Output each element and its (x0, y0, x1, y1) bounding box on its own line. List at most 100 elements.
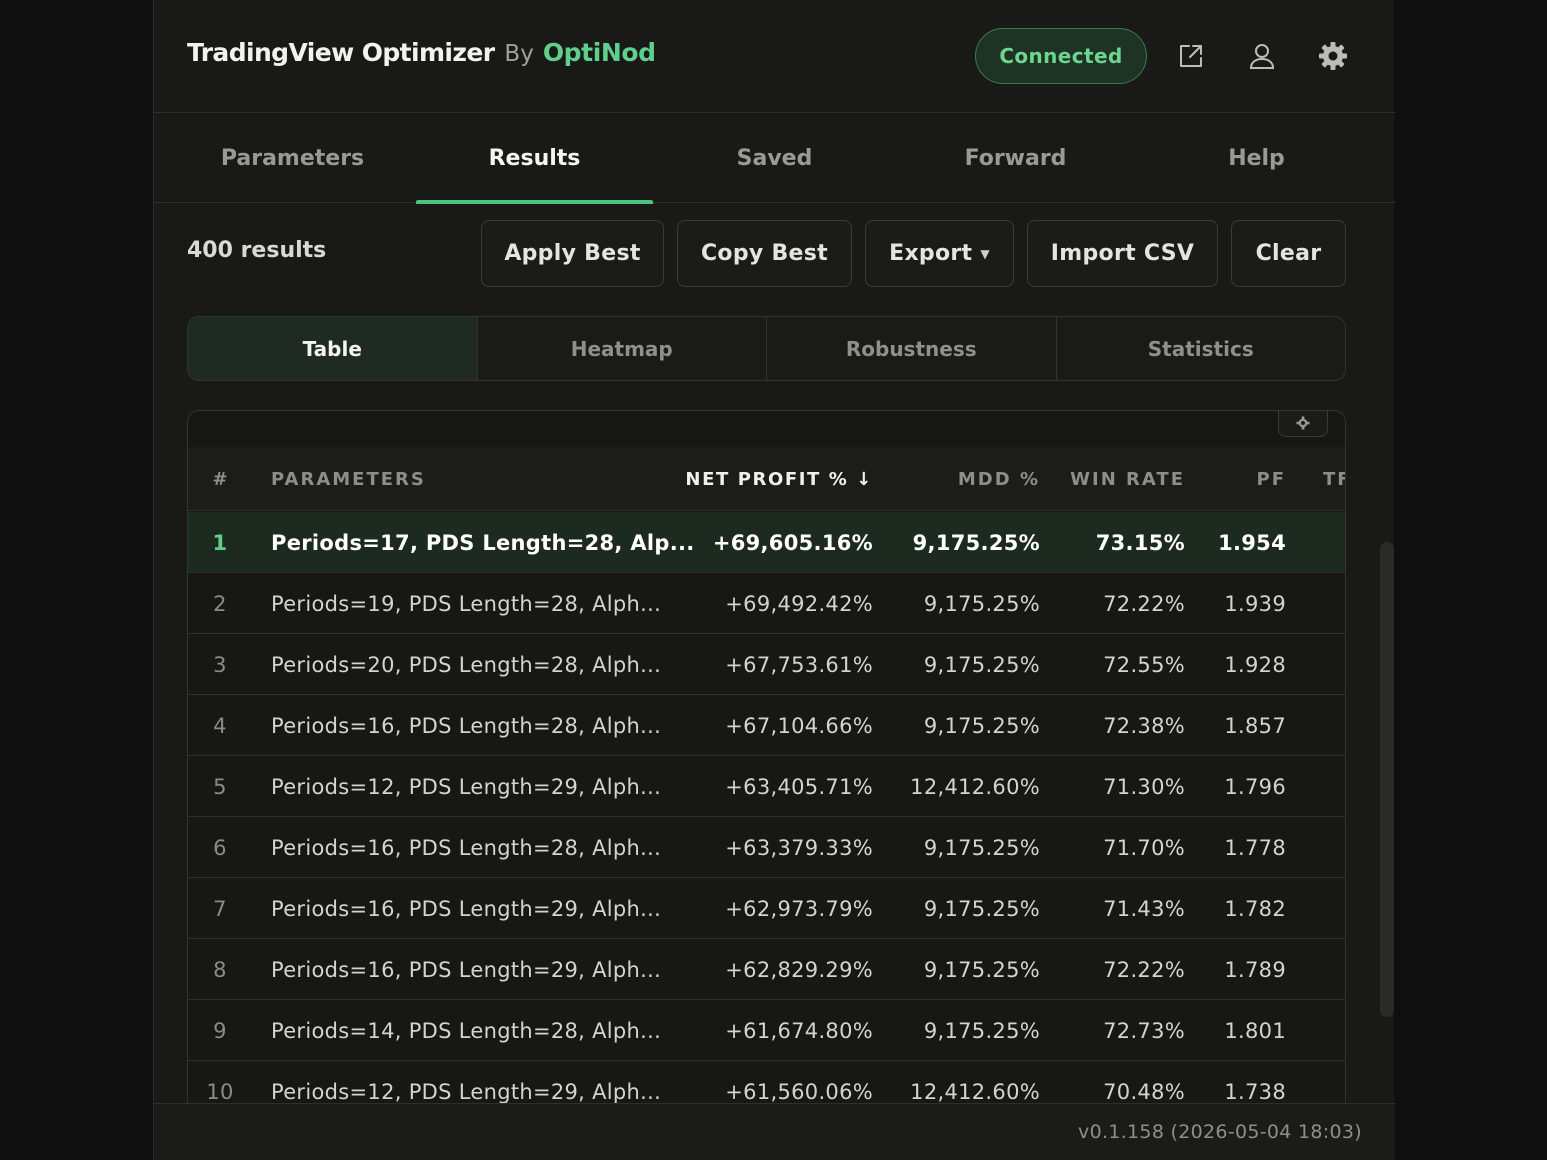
view-statistics[interactable]: Statistics (1055, 317, 1346, 380)
net-profit-cell: +61,674.80% (725, 1018, 873, 1043)
mdd-cell: 9,175.25% (912, 530, 1040, 555)
col-net-profit[interactable]: NET PROFIT % ↓ (658, 447, 873, 511)
mdd-cell: 9,175.25% (923, 713, 1040, 738)
pf-cell: 1.789 (1224, 957, 1286, 982)
mdd-cell: 9,175.25% (923, 896, 1040, 921)
pf-cell: 1.796 (1224, 774, 1286, 799)
table-row[interactable]: 10 Periods=12, PDS Length=29, Alph... +61,… (188, 1061, 1345, 1104)
view-switcher: Table Heatmap Robustness Statistics (187, 316, 1346, 381)
table-row[interactable]: 8 Periods=16, PDS Length=29, Alph... +62,8… (188, 939, 1345, 1000)
column-settings-button[interactable] (1278, 411, 1328, 437)
table-header: # PARAMETERS NET PROFIT % ↓ MDD % WIN RA… (188, 447, 1345, 511)
col-pf[interactable]: PF (1218, 447, 1286, 511)
win-rate-cell: 71.43% (1103, 896, 1185, 921)
gear-icon (1296, 416, 1310, 430)
header: TradingView Optimizer By OptiNod Connect… (154, 0, 1395, 113)
tab-saved[interactable]: Saved (654, 114, 895, 203)
table-row[interactable]: 7 Periods=16, PDS Length=29, Alph... +62,9… (188, 878, 1345, 939)
tab-results[interactable]: Results (416, 114, 653, 204)
view-heatmap[interactable]: Heatmap (476, 317, 767, 380)
col-tf[interactable]: TF (1323, 447, 1345, 511)
tab-forward[interactable]: Forward (895, 114, 1136, 203)
scrollbar[interactable] (1380, 542, 1394, 1017)
table-row[interactable]: 5 Periods=12, PDS Length=29, Alph... +63,4… (188, 756, 1345, 817)
rank-cell: 7 (213, 896, 227, 921)
gear-icon[interactable] (1314, 37, 1352, 75)
col-mdd[interactable]: MDD % (908, 447, 1040, 511)
rank-cell: 9 (213, 1018, 227, 1043)
table-row[interactable]: 6 Periods=16, PDS Length=28, Alph... +63,3… (188, 817, 1345, 878)
results-count: 400 results (187, 238, 327, 263)
win-rate-cell: 72.22% (1103, 591, 1185, 616)
parameters-cell: Periods=20, PDS Length=28, Alph... (271, 652, 662, 677)
table-row[interactable]: 3 Periods=20, PDS Length=28, Alph... +67,7… (188, 634, 1345, 695)
mdd-cell: 9,175.25% (923, 957, 1040, 982)
table-row[interactable]: 1 Periods=17, PDS Length=28, Alp... +69,60… (188, 512, 1345, 573)
rank-cell: 10 (206, 1079, 234, 1104)
tab-help[interactable]: Help (1136, 114, 1377, 203)
rank-cell: 4 (213, 713, 227, 738)
results-table: # PARAMETERS NET PROFIT % ↓ MDD % WIN RA… (187, 410, 1346, 1103)
col-rank[interactable]: # (188, 447, 252, 511)
brand-by: By (504, 41, 534, 67)
parameters-cell: Periods=16, PDS Length=28, Alph... (271, 835, 662, 860)
main-nav: Parameters Results Saved Forward Help (154, 114, 1395, 204)
win-rate-cell: 72.22% (1103, 957, 1185, 982)
import-csv-button[interactable]: Import CSV (1027, 220, 1218, 287)
pf-cell: 1.857 (1224, 713, 1286, 738)
win-rate-cell: 70.48% (1103, 1079, 1185, 1104)
col-win-rate[interactable]: WIN RATE (1048, 447, 1185, 511)
company-name: OptiNod (542, 38, 656, 67)
pf-cell: 1.954 (1218, 530, 1286, 555)
net-profit-cell: +62,973.79% (725, 896, 873, 921)
view-table[interactable]: Table (188, 317, 477, 380)
parameters-cell: Periods=12, PDS Length=29, Alph... (271, 774, 662, 799)
rank-cell: 8 (213, 957, 227, 982)
clear-button[interactable]: Clear (1231, 220, 1346, 287)
copy-best-button[interactable]: Copy Best (677, 220, 852, 287)
pf-cell: 1.928 (1224, 652, 1286, 677)
version-label: v0.1.158 (2026-05-04 18:03) (1078, 1121, 1362, 1143)
apply-best-button[interactable]: Apply Best (481, 220, 664, 287)
caret-down-icon: ▼ (980, 246, 990, 261)
view-robustness[interactable]: Robustness (766, 317, 1056, 380)
mdd-cell: 12,412.60% (910, 1079, 1040, 1104)
mdd-cell: 9,175.25% (923, 652, 1040, 677)
rank-cell: 2 (213, 591, 227, 616)
net-profit-cell: +69,605.16% (712, 530, 873, 555)
parameters-cell: Periods=16, PDS Length=29, Alph... (271, 896, 662, 921)
table-body: 1 Periods=17, PDS Length=28, Alp... +69,60… (188, 512, 1345, 1104)
parameters-cell: Periods=17, PDS Length=28, Alp... (271, 530, 695, 555)
rank-cell: 1 (212, 530, 228, 555)
net-profit-cell: +61,560.06% (725, 1079, 873, 1104)
parameters-cell: Periods=19, PDS Length=28, Alph... (271, 591, 662, 616)
pf-cell: 1.801 (1224, 1018, 1286, 1043)
net-profit-cell: +62,829.29% (725, 957, 873, 982)
pf-cell: 1.782 (1224, 896, 1286, 921)
mdd-cell: 9,175.25% (923, 835, 1040, 860)
tab-parameters[interactable]: Parameters (172, 114, 413, 203)
mdd-cell: 9,175.25% (923, 591, 1040, 616)
app-name: TradingView Optimizer (187, 38, 495, 67)
connection-status-badge[interactable]: Connected (975, 28, 1147, 84)
parameters-cell: Periods=16, PDS Length=29, Alph... (271, 957, 662, 982)
pf-cell: 1.778 (1224, 835, 1286, 860)
net-profit-cell: +63,379.33% (725, 835, 873, 860)
rank-cell: 6 (213, 835, 227, 860)
col-parameters[interactable]: PARAMETERS (271, 447, 426, 511)
external-link-icon[interactable] (1172, 37, 1210, 75)
net-profit-cell: +69,492.42% (725, 591, 873, 616)
win-rate-cell: 73.15% (1095, 530, 1185, 555)
mdd-cell: 12,412.60% (910, 774, 1040, 799)
table-row[interactable]: 2 Periods=19, PDS Length=28, Alph... +69,4… (188, 573, 1345, 634)
net-profit-cell: +67,104.66% (725, 713, 873, 738)
user-icon[interactable] (1243, 37, 1281, 75)
win-rate-cell: 72.55% (1103, 652, 1185, 677)
brand: TradingView Optimizer By OptiNod (187, 38, 656, 67)
table-row[interactable]: 9 Periods=14, PDS Length=28, Alph... +61,6… (188, 1000, 1345, 1061)
win-rate-cell: 71.30% (1103, 774, 1185, 799)
export-button[interactable]: Export ▼ (865, 220, 1014, 287)
footer: v0.1.158 (2026-05-04 18:03) (154, 1103, 1395, 1160)
parameters-cell: Periods=12, PDS Length=29, Alph... (271, 1079, 662, 1104)
table-row[interactable]: 4 Periods=16, PDS Length=28, Alph... +67,1… (188, 695, 1345, 756)
